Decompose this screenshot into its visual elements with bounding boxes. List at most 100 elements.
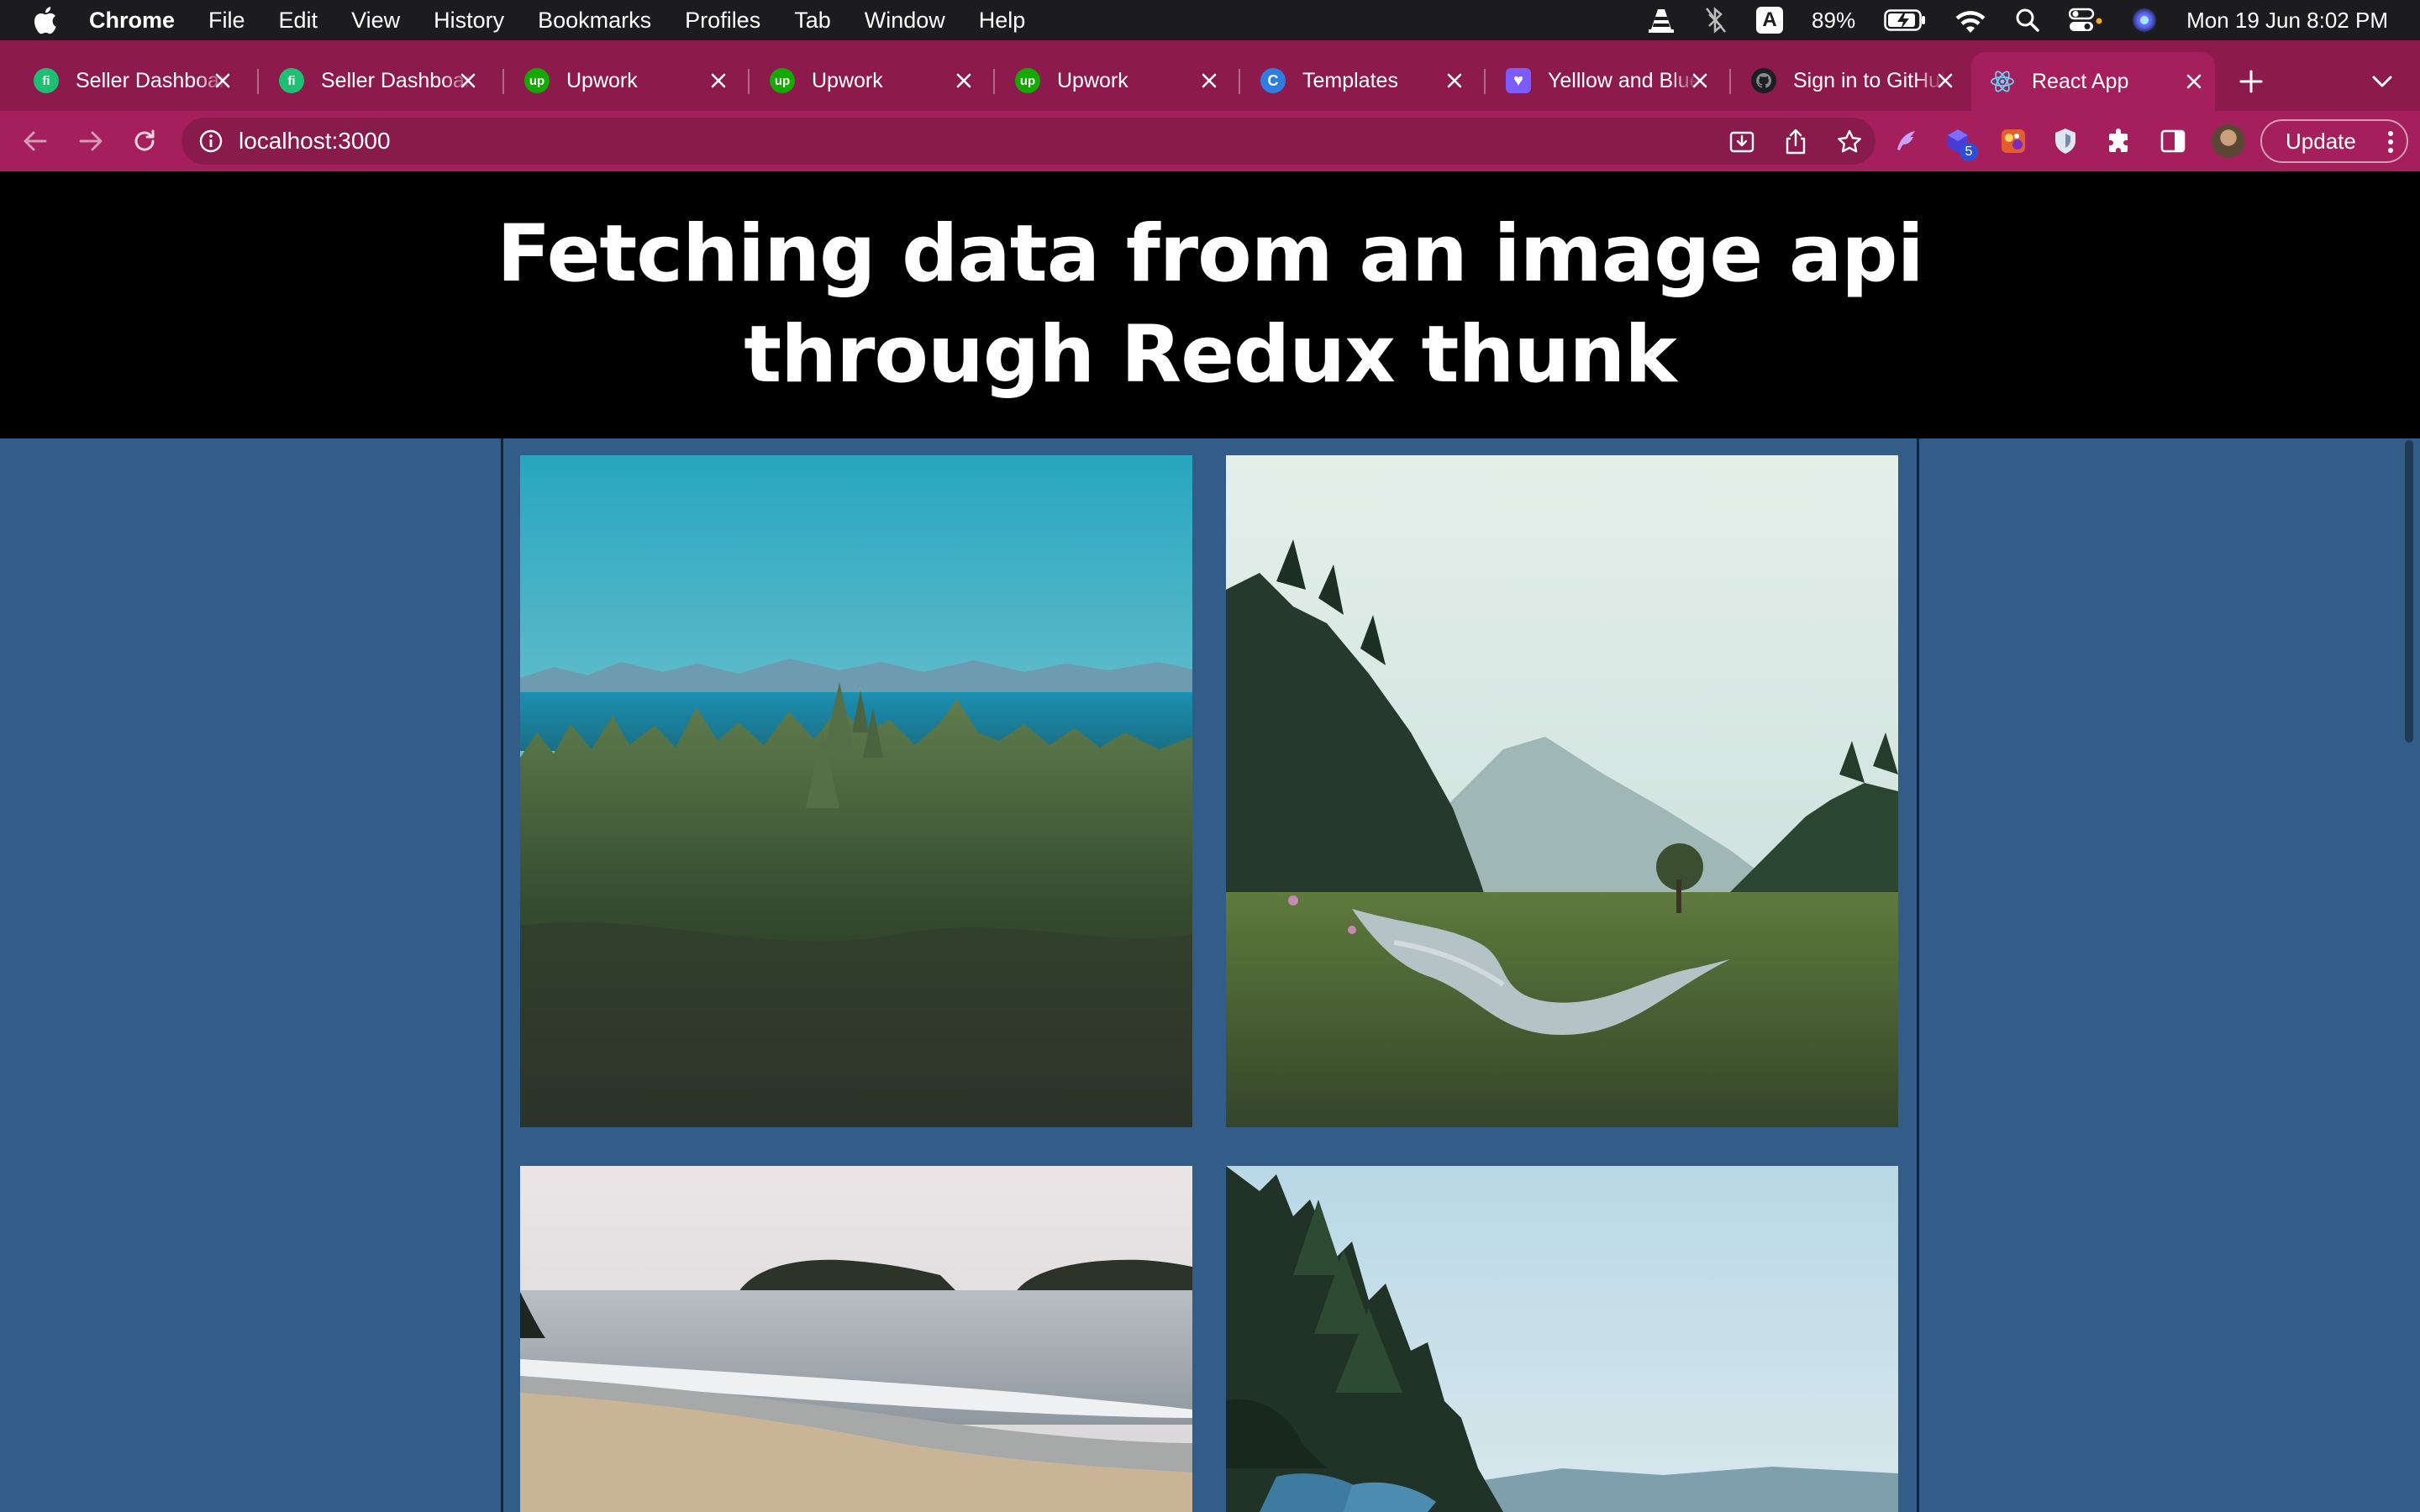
page-scrollbar[interactable] [2405, 440, 2413, 743]
upwork-icon: up [770, 68, 795, 93]
github-icon [1751, 68, 1776, 93]
canva-icon: C [1260, 68, 1286, 93]
side-panel-icon[interactable] [2158, 126, 2188, 156]
beach-islands-photo[interactable] [520, 1166, 1192, 1512]
input-source-icon[interactable]: A [1756, 0, 1784, 40]
chevron-down-icon [2372, 76, 2392, 87]
plus-icon [2239, 70, 2263, 93]
upwork-icon: up [524, 68, 550, 93]
control-center-icon[interactable] [2069, 0, 2102, 40]
profile-avatar[interactable] [2212, 124, 2245, 158]
close-tab-icon[interactable] [1687, 68, 1712, 93]
tab-title: Yelllow and Blue [1548, 68, 1699, 92]
tab-seller-dashboard-2[interactable]: fi Seller Dashboard [269, 60, 489, 101]
river-valley-photo[interactable] [1226, 455, 1898, 1127]
image-gallery [501, 438, 1919, 1512]
tab-templates[interactable]: C Templates [1250, 60, 1476, 101]
extensions-puzzle-icon[interactable] [2104, 126, 2134, 156]
menu-bookmarks[interactable]: Bookmarks [538, 8, 651, 34]
close-tab-icon[interactable] [2181, 69, 2207, 94]
spotlight-search-icon[interactable] [2015, 0, 2040, 40]
reload-button[interactable] [126, 123, 163, 160]
menu-tab[interactable]: Tab [794, 8, 831, 34]
close-tab-icon[interactable] [1197, 68, 1222, 93]
tab-upwork-2[interactable]: up Upwork [760, 60, 985, 101]
site-info-icon[interactable] [198, 129, 224, 154]
close-tab-icon[interactable] [706, 68, 731, 93]
browser-toolbar: localhost:3000 5 Update [0, 111, 2420, 171]
coastal-trees-photo[interactable] [1226, 1166, 1898, 1512]
tab-title: Seller Dashboard [321, 68, 472, 92]
vlc-cone-icon[interactable] [1647, 0, 1676, 40]
menu-file[interactable]: File [208, 8, 245, 34]
feather-extension-icon[interactable] [1891, 126, 1921, 156]
heart-icon: ♥ [1506, 68, 1531, 93]
arrow-left-icon [24, 131, 47, 151]
address-bar[interactable]: localhost:3000 [182, 118, 1876, 165]
upwork-icon: up [1015, 68, 1040, 93]
install-app-icon[interactable] [1728, 128, 1756, 156]
tab-title: React App [2032, 69, 2129, 93]
menu-app-chrome[interactable]: Chrome [89, 8, 175, 34]
tab-react-app[interactable]: React App [1971, 52, 2215, 111]
close-tab-icon[interactable] [951, 68, 976, 93]
url-text[interactable]: localhost:3000 [239, 128, 391, 155]
update-button[interactable]: Update [2260, 119, 2408, 163]
macos-menu-bar: Chrome File Edit View History Bookmarks … [0, 0, 2420, 40]
tab-title: Upwork [1057, 68, 1128, 92]
tab-separator [748, 69, 750, 94]
close-tab-icon[interactable] [455, 68, 481, 93]
close-tab-icon[interactable] [1933, 68, 1958, 93]
menu-bar-status-area: A 89% Mon 19 Jun 8:02 PM [1647, 0, 2388, 40]
tab-upwork-3[interactable]: up Upwork [1005, 60, 1230, 101]
page-title: Fetching data from an image api through … [497, 208, 1924, 401]
tab-title: Upwork [812, 68, 883, 92]
battery-percent: 89% [1812, 7, 1856, 33]
menu-help[interactable]: Help [979, 8, 1026, 34]
clock-datetime[interactable]: Mon 19 Jun 8:02 PM [2186, 8, 2388, 34]
tab-separator [502, 69, 504, 94]
close-tab-icon[interactable] [210, 68, 235, 93]
update-label: Update [2286, 128, 2356, 154]
close-tab-icon[interactable] [1442, 68, 1467, 93]
menu-edit[interactable]: Edit [279, 8, 318, 34]
fiverr-icon: fi [279, 68, 304, 93]
new-tab-button[interactable] [2235, 66, 2267, 97]
apple-menu-icon[interactable] [32, 6, 74, 34]
wifi-icon[interactable] [1954, 0, 1986, 40]
tab-separator [1729, 69, 1731, 94]
tab-seller-dashboard-1[interactable]: fi Seller Dashboard [24, 60, 244, 101]
tab-sign-in-to-github[interactable]: Sign in to GitHub [1741, 60, 1966, 101]
tab-upwork-1[interactable]: up Upwork [514, 60, 739, 101]
menu-history[interactable]: History [434, 8, 504, 34]
back-button[interactable] [17, 123, 54, 160]
browser-tab-strip: fi Seller Dashboard fi Seller Dashboard … [0, 40, 2420, 111]
more-menu-icon[interactable] [2386, 129, 2395, 155]
fiverr-icon: fi [34, 68, 59, 93]
tab-title: Sign in to GitHub [1793, 68, 1944, 92]
bluetooth-off-icon[interactable] [1704, 0, 1728, 40]
battery-charging-icon[interactable] [1884, 0, 1926, 40]
bookmark-star-icon[interactable] [1835, 128, 1864, 156]
tab-yelllow-and-blue[interactable]: ♥ Yelllow and Blue [1496, 60, 1721, 101]
tab-title: Upwork [566, 68, 638, 92]
forest-lake-photo[interactable] [520, 455, 1192, 1127]
arrow-right-icon [79, 131, 103, 151]
menu-view[interactable]: View [351, 8, 400, 34]
shield-extension-icon[interactable] [2050, 126, 2081, 156]
reload-icon [134, 129, 155, 151]
page-content: Fetching data from an image api through … [0, 171, 2420, 1512]
page-header: Fetching data from an image api through … [0, 171, 2420, 438]
tab-separator [1484, 69, 1486, 94]
menu-profiles[interactable]: Profiles [685, 8, 760, 34]
cube-extension-icon[interactable]: 5 [1943, 126, 1978, 161]
react-icon [1990, 69, 2015, 94]
siri-icon[interactable] [2131, 0, 2158, 40]
tab-search-button[interactable] [2368, 69, 2396, 94]
share-icon[interactable] [1781, 128, 1810, 156]
tab-separator [1239, 69, 1240, 94]
extension-badge: 5 [1960, 143, 1978, 161]
menu-window[interactable]: Window [865, 8, 945, 34]
colorful-extension-icon[interactable] [1998, 126, 2028, 156]
forward-button[interactable] [72, 123, 109, 160]
